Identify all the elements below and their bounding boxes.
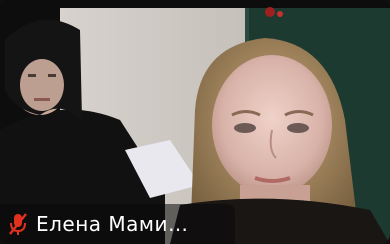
mic-off-icon[interactable] (0, 204, 36, 244)
participant-name: Елена Мами… (36, 212, 189, 236)
participant-name-bar: Елена Мами… (0, 204, 235, 244)
participant-video-tile[interactable]: Елена Мами… (0, 0, 390, 244)
